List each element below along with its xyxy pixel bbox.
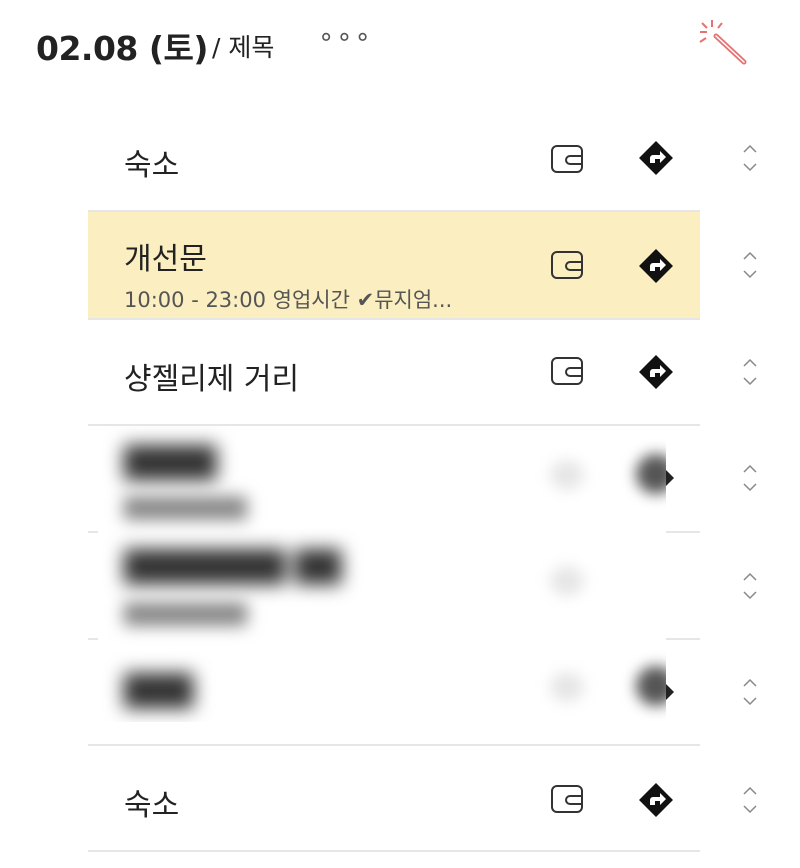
redacted-icon xyxy=(636,666,666,706)
list-item[interactable]: 숙소 xyxy=(88,106,700,210)
redacted-rows: ████ ████████ ███████ ██ ████████ ███ xyxy=(88,426,666,722)
redacted-sub: ████████ xyxy=(124,602,248,626)
redacted-name: ███ xyxy=(124,674,194,709)
directions-icon[interactable] xyxy=(636,246,676,286)
sort-handle-icon[interactable] xyxy=(740,460,760,496)
item-hours: 10:00 - 23:00 영업시간 ✔뮤지엄... xyxy=(124,288,453,312)
redacted-icon xyxy=(550,566,584,596)
divider xyxy=(666,638,700,640)
redacted-icon xyxy=(550,460,584,490)
sort-handle-icon[interactable] xyxy=(740,782,760,818)
redacted-arrow xyxy=(666,684,674,700)
item-name: 개선문 xyxy=(124,242,207,277)
date-title: 02.08 (토) xyxy=(36,29,208,68)
redacted-arrow xyxy=(666,470,674,486)
wallet-icon[interactable] xyxy=(550,784,584,814)
list-item-highlighted[interactable]: 개선문 10:00 - 23:00 영업시간 ✔뮤지엄... xyxy=(88,212,700,318)
page-title[interactable]: / 제목 xyxy=(212,28,274,64)
redacted-name: ███████ ██ xyxy=(124,550,342,585)
directions-icon[interactable] xyxy=(636,352,676,392)
item-name: 숙소 xyxy=(124,788,180,823)
divider xyxy=(88,638,98,640)
sort-handle-icon[interactable] xyxy=(740,140,760,176)
redacted-icon xyxy=(550,672,584,702)
list-item[interactable]: 숙소 xyxy=(88,746,700,850)
redacted-sub: ████████ xyxy=(124,496,248,520)
wallet-icon[interactable] xyxy=(550,144,584,174)
divider xyxy=(88,531,98,533)
wallet-icon[interactable] xyxy=(550,250,584,280)
redacted-name: ████ xyxy=(124,446,217,481)
divider xyxy=(666,531,700,533)
sort-handle-icon[interactable] xyxy=(740,674,760,710)
redacted-icon xyxy=(636,454,666,494)
divider xyxy=(88,850,700,852)
directions-icon[interactable] xyxy=(636,780,676,820)
wallet-icon[interactable] xyxy=(550,356,584,386)
directions-icon[interactable] xyxy=(636,138,676,178)
sort-handle-icon[interactable] xyxy=(740,354,760,390)
magic-wand-icon[interactable] xyxy=(696,18,748,66)
sort-handle-icon[interactable] xyxy=(740,568,760,604)
header: 02.08 (토) / 제목 ∘∘∘ xyxy=(0,0,800,90)
item-name: 샹젤리제 거리 xyxy=(124,362,300,397)
sort-handle-icon[interactable] xyxy=(740,247,760,283)
more-options-button[interactable]: ∘∘∘ xyxy=(318,22,373,52)
list-item[interactable]: 샹젤리제 거리 xyxy=(88,320,700,424)
item-name: 숙소 xyxy=(124,148,180,183)
